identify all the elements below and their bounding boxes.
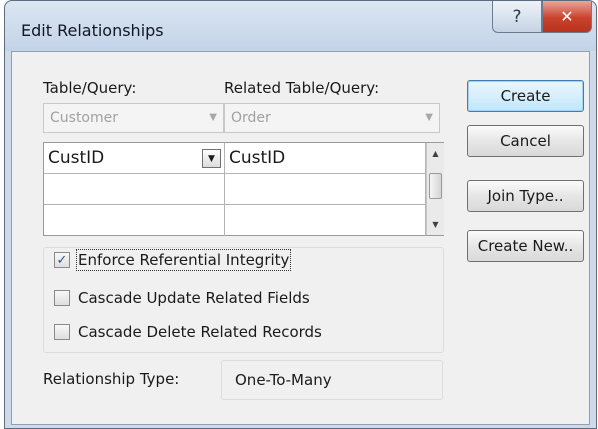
grid-cell-left[interactable]: CustID ▼ [44, 143, 225, 174]
scroll-down-icon[interactable]: ▼ [427, 216, 444, 233]
cascade-delete-option[interactable]: Cascade Delete Related Records [54, 321, 322, 343]
grid-cell-right[interactable] [225, 205, 426, 236]
related-table-query-value: Order [231, 110, 271, 126]
table-query-combo[interactable]: Customer ▼ [43, 103, 224, 133]
cascade-update-checkbox[interactable] [54, 290, 70, 306]
fields-grid: CustID ▼ CustID ▲ ▼ [43, 142, 444, 236]
checkmark-icon: ✓ [56, 252, 68, 268]
grid-cell-right[interactable]: CustID [225, 143, 426, 174]
grid-scrollbar[interactable]: ▲ ▼ [426, 143, 444, 235]
help-icon: ? [512, 6, 522, 27]
create-button[interactable]: Create [467, 80, 584, 112]
enforce-integrity-checkbox[interactable]: ✓ [54, 252, 70, 268]
field-dropdown-button[interactable]: ▼ [202, 149, 221, 168]
enforce-integrity-option[interactable]: ✓ Enforce Referential Integrity [54, 249, 292, 271]
scroll-thumb[interactable] [429, 173, 442, 199]
related-table-query-combo[interactable]: Order ▼ [224, 103, 440, 133]
grid-cell-left[interactable] [44, 174, 225, 205]
dialog-body: Table/Query: Related Table/Query: Custom… [11, 51, 590, 425]
grid-cell-value: CustID [229, 148, 286, 168]
relationship-type-label: Relationship Type: [43, 370, 180, 388]
cascade-delete-label: Cascade Delete Related Records [78, 323, 322, 341]
scroll-up-icon[interactable]: ▲ [427, 145, 444, 162]
close-icon: ✕ [560, 7, 574, 26]
window-title: Edit Relationships [21, 21, 164, 40]
chevron-down-icon: ▼ [208, 153, 215, 164]
title-bar[interactable]: Edit Relationships ? ✕ [5, 1, 596, 51]
grid-cell-left[interactable] [44, 205, 225, 236]
close-button[interactable]: ✕ [542, 1, 592, 33]
grid-cell-value: CustID [48, 148, 105, 168]
edit-relationships-dialog: Edit Relationships ? ✕ Table/Query: Rela… [4, 0, 597, 429]
related-table-query-label: Related Table/Query: [224, 79, 380, 97]
relationship-type-value: One-To-Many [221, 360, 443, 400]
cascade-update-option[interactable]: Cascade Update Related Fields [54, 287, 310, 309]
help-button[interactable]: ? [492, 1, 542, 33]
chevron-down-icon: ▼ [209, 112, 217, 123]
table-query-value: Customer [50, 110, 119, 126]
create-new-button[interactable]: Create New.. [467, 230, 584, 262]
grid-cell-right[interactable] [225, 174, 426, 205]
enforce-integrity-label: Enforce Referential Integrity [75, 249, 292, 271]
table-query-label: Table/Query: [43, 79, 137, 97]
cascade-delete-checkbox[interactable] [54, 324, 70, 340]
join-type-button[interactable]: Join Type.. [467, 180, 584, 212]
chevron-down-icon: ▼ [425, 112, 433, 123]
cascade-update-label: Cascade Update Related Fields [78, 289, 310, 307]
cancel-button[interactable]: Cancel [467, 125, 584, 157]
